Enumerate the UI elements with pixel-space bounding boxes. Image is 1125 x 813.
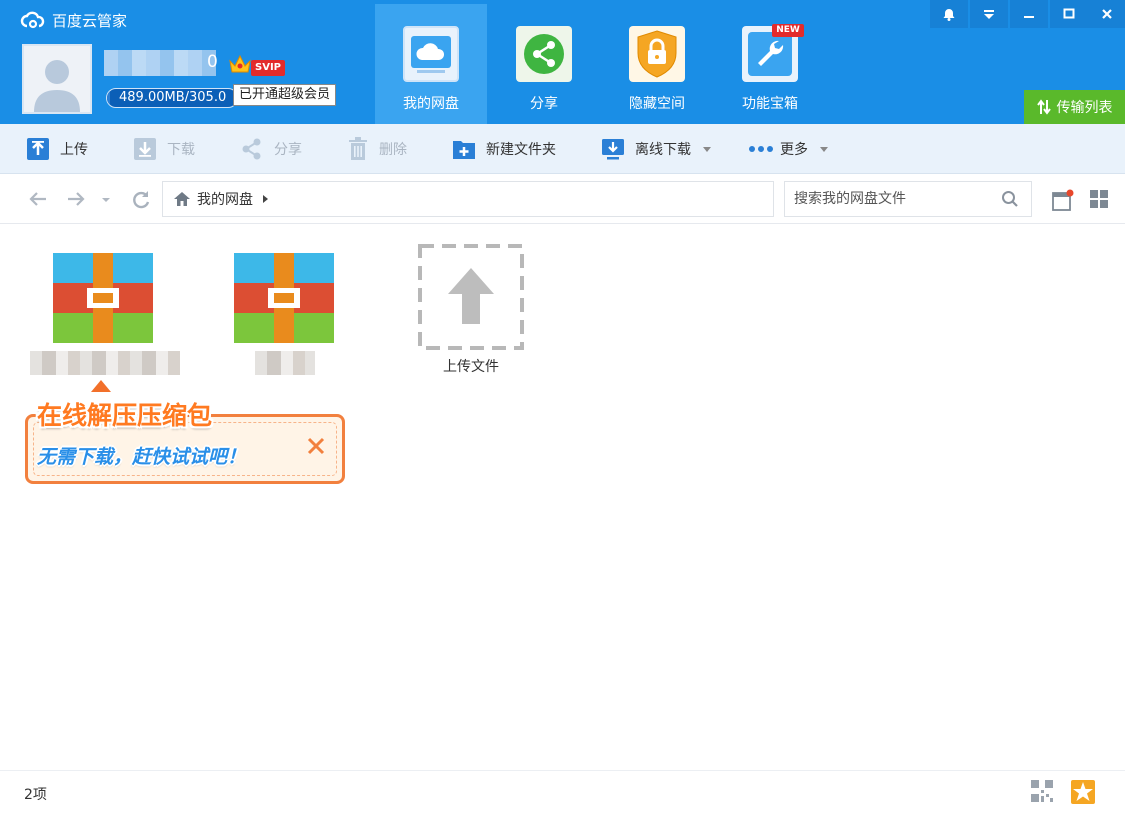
share-icon xyxy=(242,138,261,160)
username-tail: 0 xyxy=(207,52,218,72)
promo-callout[interactable]: 在线解压压缩包 无需下载，赶快试试吧！ xyxy=(25,392,345,484)
transfer-list-label: 传输列表 xyxy=(1056,100,1113,116)
share-button[interactable]: 分享 xyxy=(240,136,302,162)
history-dropdown-icon[interactable] xyxy=(101,197,111,203)
item-count: 2项 xyxy=(24,787,47,803)
new-folder-label: 新建文件夹 xyxy=(486,142,556,158)
home-icon[interactable] xyxy=(173,191,191,207)
more-dots-icon xyxy=(749,146,773,152)
app-title: 百度云管家 xyxy=(52,11,128,30)
download-button[interactable]: 下载 xyxy=(133,136,195,162)
delete-button[interactable]: 删除 xyxy=(347,136,407,162)
qr-code-icon[interactable] xyxy=(1030,779,1054,803)
search-input[interactable] xyxy=(785,182,995,216)
offline-download-button[interactable]: 离线下载 xyxy=(601,136,711,162)
forward-arrow-icon[interactable] xyxy=(66,190,86,208)
menu-icon xyxy=(984,10,994,19)
more-button[interactable]: 更多 xyxy=(748,136,828,162)
main-menu-button[interactable] xyxy=(970,0,1008,28)
tab-label: 分享 xyxy=(530,96,558,112)
notification-button[interactable] xyxy=(930,0,968,28)
minimize-button[interactable] xyxy=(1010,0,1048,28)
back-arrow-icon[interactable] xyxy=(28,190,48,208)
cloud-drive-icon xyxy=(403,26,459,82)
upload-file-tile[interactable] xyxy=(418,244,524,350)
file-name-obscured xyxy=(30,351,180,375)
storage-quota-fill xyxy=(107,89,110,107)
chevron-right-icon[interactable] xyxy=(263,195,268,203)
offline-download-label: 离线下载 xyxy=(635,142,691,158)
storage-quota-text: 489.00MB/305.0 xyxy=(119,90,227,105)
status-bar: 2项 xyxy=(0,770,1125,813)
close-icon[interactable] xyxy=(307,437,325,455)
download-label: 下载 xyxy=(167,142,195,158)
file-item[interactable] xyxy=(230,253,340,375)
download-icon xyxy=(134,138,156,160)
gift-box-icon[interactable] xyxy=(1070,779,1096,805)
search-icon[interactable] xyxy=(1001,190,1019,208)
tab-label: 隐藏空间 xyxy=(629,96,685,112)
baidu-cloud-logo-icon xyxy=(20,11,45,29)
upload-label: 上传 xyxy=(60,142,88,158)
share-icon xyxy=(516,26,572,82)
grid-view-icon[interactable] xyxy=(1090,190,1108,208)
maximize-button[interactable] xyxy=(1050,0,1088,28)
close-icon xyxy=(1102,9,1112,19)
upload-file-label[interactable]: 上传文件 xyxy=(418,356,524,376)
file-item[interactable] xyxy=(30,253,182,375)
delete-label: 删除 xyxy=(379,142,407,158)
tab-my-drive[interactable]: 我的网盘 xyxy=(375,4,487,124)
maximize-icon xyxy=(1063,8,1075,19)
tab-hidden-space[interactable]: 隐藏空间 xyxy=(601,4,713,124)
chevron-down-icon[interactable] xyxy=(820,146,828,152)
file-name-obscured xyxy=(255,351,315,375)
search-box[interactable] xyxy=(784,181,1032,217)
upload-button[interactable]: 上传 xyxy=(26,136,88,162)
svip-tooltip: 已开通超级会员 xyxy=(233,84,337,106)
breadcrumb[interactable]: 我的网盘 xyxy=(162,181,774,217)
new-folder-button[interactable]: 新建文件夹 xyxy=(452,136,556,162)
thumbnail-view-icon[interactable] xyxy=(1052,189,1074,211)
tab-label: 我的网盘 xyxy=(403,96,459,112)
lock-shield-icon xyxy=(629,26,685,82)
file-list: 上传文件 xyxy=(0,225,1125,770)
app-brand: 百度云管家 xyxy=(20,8,127,32)
rar-archive-icon xyxy=(234,253,334,343)
title-bar: 百度云管家 0 SVIP 489.00MB/305.0 已开通超级会员 我的网盘 xyxy=(0,0,1125,124)
svip-badge[interactable]: SVIP xyxy=(251,60,285,76)
minimize-icon xyxy=(1024,16,1034,18)
tab-label: 功能宝箱 xyxy=(742,96,798,112)
trash-icon xyxy=(349,137,367,160)
upload-icon xyxy=(27,138,49,160)
storage-quota-bar[interactable]: 489.00MB/305.0 xyxy=(106,88,238,108)
more-label: 更多 xyxy=(780,142,808,158)
bell-icon xyxy=(943,8,955,21)
promo-title: 在线解压压缩包 xyxy=(37,401,213,430)
new-badge: NEW xyxy=(772,24,804,37)
tab-toolbox[interactable]: 功能宝箱 xyxy=(714,4,826,124)
share-label: 分享 xyxy=(274,142,302,158)
avatar[interactable] xyxy=(22,44,92,114)
rar-archive-icon xyxy=(53,253,153,343)
transfer-arrows-icon xyxy=(1036,99,1051,115)
address-bar: 我的网盘 xyxy=(0,174,1125,224)
crown-icon[interactable] xyxy=(228,53,252,75)
promo-pointer xyxy=(91,380,111,392)
new-folder-icon xyxy=(453,141,475,159)
refresh-icon[interactable] xyxy=(131,190,151,210)
close-window-button[interactable] xyxy=(1088,0,1125,28)
tab-share[interactable]: 分享 xyxy=(488,4,600,124)
transfer-list-button[interactable]: 传输列表 xyxy=(1024,90,1125,124)
user-avatar-icon xyxy=(24,46,90,112)
action-toolbar: 上传 下载 分享 删除 新建文件夹 离线下载 更多 xyxy=(0,124,1125,174)
promo-subtitle: 无需下载，赶快试试吧！ xyxy=(37,446,247,468)
username-obscured[interactable] xyxy=(104,50,216,76)
offline-download-icon xyxy=(602,139,624,160)
breadcrumb-root[interactable]: 我的网盘 xyxy=(197,189,253,209)
chevron-down-icon[interactable] xyxy=(703,146,711,152)
